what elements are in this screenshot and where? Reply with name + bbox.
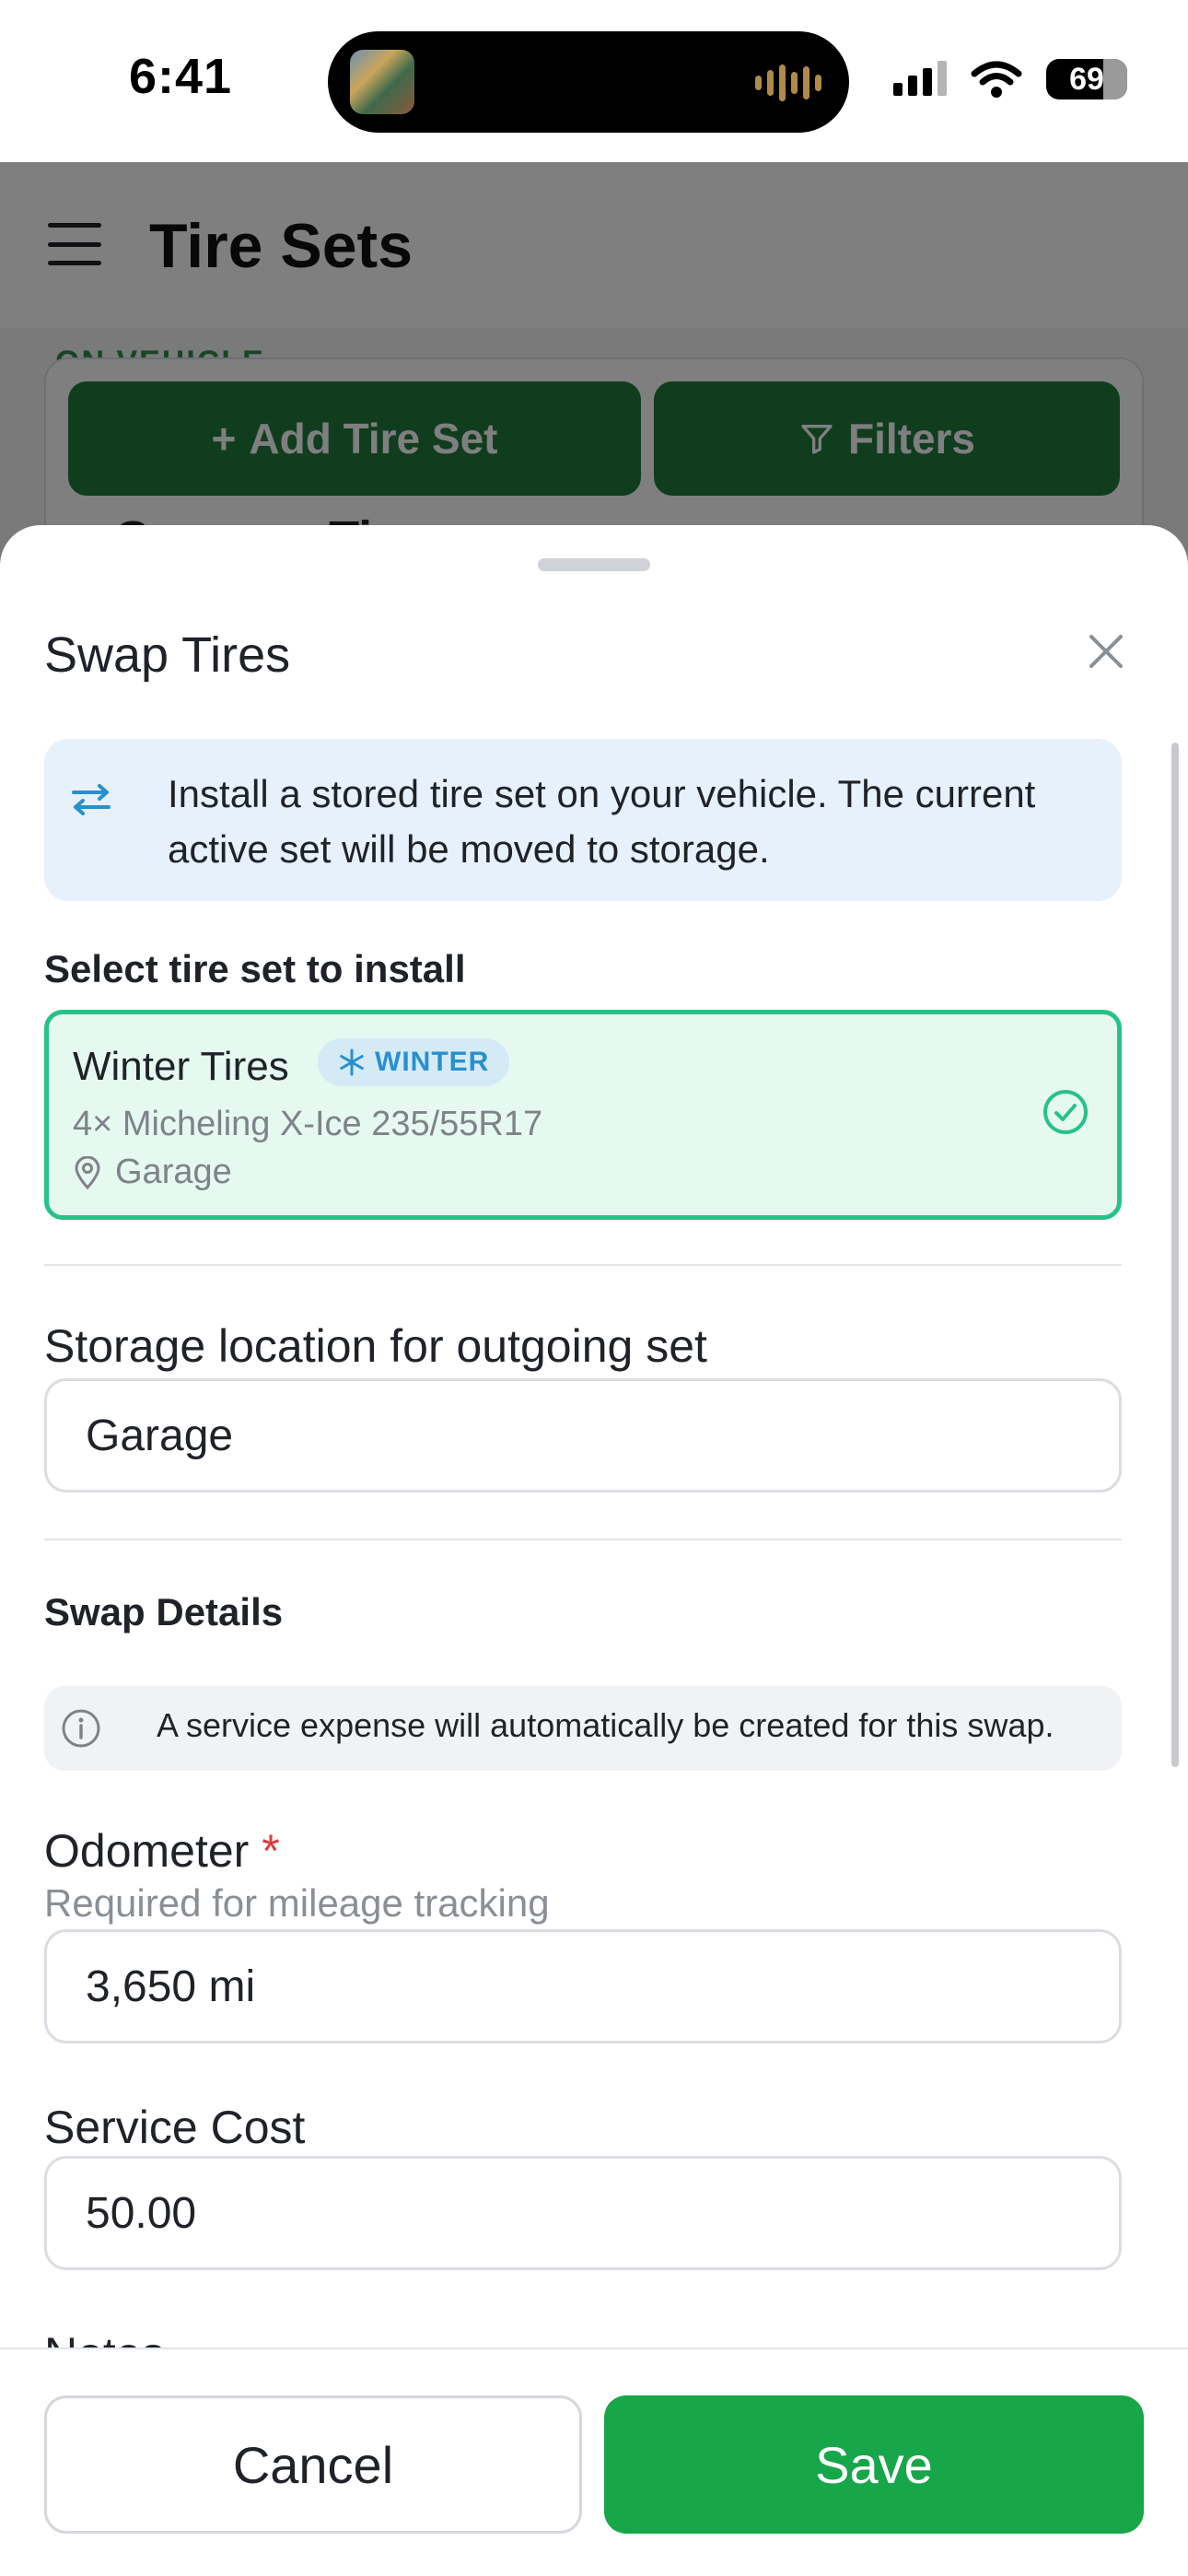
service-cost-label: Service Cost bbox=[44, 2102, 306, 2153]
info-banner: Install a stored tire set on your vehicl… bbox=[44, 739, 1122, 901]
sheet-grabber[interactable] bbox=[538, 558, 650, 571]
audio-waveform-icon bbox=[755, 63, 821, 103]
select-tire-set-label: Select tire set to install bbox=[44, 947, 466, 990]
swap-details-heading: Swap Details bbox=[44, 1590, 284, 1633]
save-button[interactable]: Save bbox=[604, 2395, 1144, 2534]
swap-arrows-icon bbox=[72, 784, 111, 815]
screen: 6:41 69 Tire Sets bbox=[0, 0, 1188, 2576]
album-art-icon bbox=[350, 50, 414, 114]
cellular-signal-icon bbox=[893, 61, 947, 96]
check-circle-icon bbox=[1043, 1090, 1088, 1134]
status-time: 6:41 bbox=[129, 49, 233, 104]
storage-location-input[interactable]: Garage bbox=[44, 1378, 1122, 1493]
tire-set-location: Garage bbox=[73, 1153, 232, 1192]
sheet-title: Swap Tires bbox=[44, 627, 291, 683]
expense-notice-text: A service expense will automatically be … bbox=[157, 1706, 1054, 1744]
wifi-icon bbox=[971, 61, 1022, 98]
status-icons: 69 bbox=[893, 59, 1127, 100]
status-bar: 6:41 69 bbox=[0, 0, 1188, 162]
scrollbar[interactable] bbox=[1171, 743, 1179, 1767]
tire-set-location-text: Garage bbox=[115, 1153, 232, 1191]
battery-level: 69 bbox=[1069, 62, 1104, 97]
tire-set-spec: 4× Micheling X-Ice 235/55R17 bbox=[73, 1105, 543, 1143]
tire-set-name: Winter Tires bbox=[73, 1044, 289, 1089]
sheet-footer: Cancel Save bbox=[0, 2348, 1188, 2576]
required-indicator: * bbox=[262, 1825, 280, 1877]
odometer-helper-text: Required for mileage tracking bbox=[44, 1881, 550, 1925]
snowflake-icon bbox=[340, 1048, 364, 1076]
swap-tires-sheet: Swap Tires Install a stored tire set on … bbox=[0, 525, 1188, 2576]
battery-icon: 69 bbox=[1046, 59, 1127, 100]
service-cost-input[interactable]: 50.00 bbox=[44, 2156, 1122, 2270]
expense-notice: A service expense will automatically be … bbox=[44, 1686, 1122, 1771]
odometer-label: Odometer * bbox=[44, 1824, 280, 1878]
odometer-label-text: Odometer bbox=[44, 1825, 250, 1877]
cancel-button[interactable]: Cancel bbox=[44, 2395, 582, 2534]
info-text: Install a stored tire set on your vehicl… bbox=[168, 772, 1036, 871]
divider bbox=[44, 1539, 1122, 1540]
location-pin-icon bbox=[75, 1155, 100, 1189]
info-icon bbox=[62, 1709, 100, 1748]
tire-set-option-selected[interactable]: Winter Tires WINTER 4× Micheling X-Ice 2… bbox=[44, 1010, 1122, 1220]
season-badge: WINTER bbox=[318, 1038, 510, 1086]
close-button[interactable] bbox=[1077, 623, 1135, 680]
close-icon bbox=[1089, 635, 1123, 668]
season-badge-label: WINTER bbox=[375, 1047, 490, 1077]
odometer-input[interactable]: 3,650 mi bbox=[44, 1929, 1122, 2043]
dynamic-island[interactable] bbox=[328, 31, 849, 133]
divider bbox=[44, 1264, 1122, 1266]
storage-location-label: Storage location for outgoing set bbox=[44, 1320, 707, 1372]
